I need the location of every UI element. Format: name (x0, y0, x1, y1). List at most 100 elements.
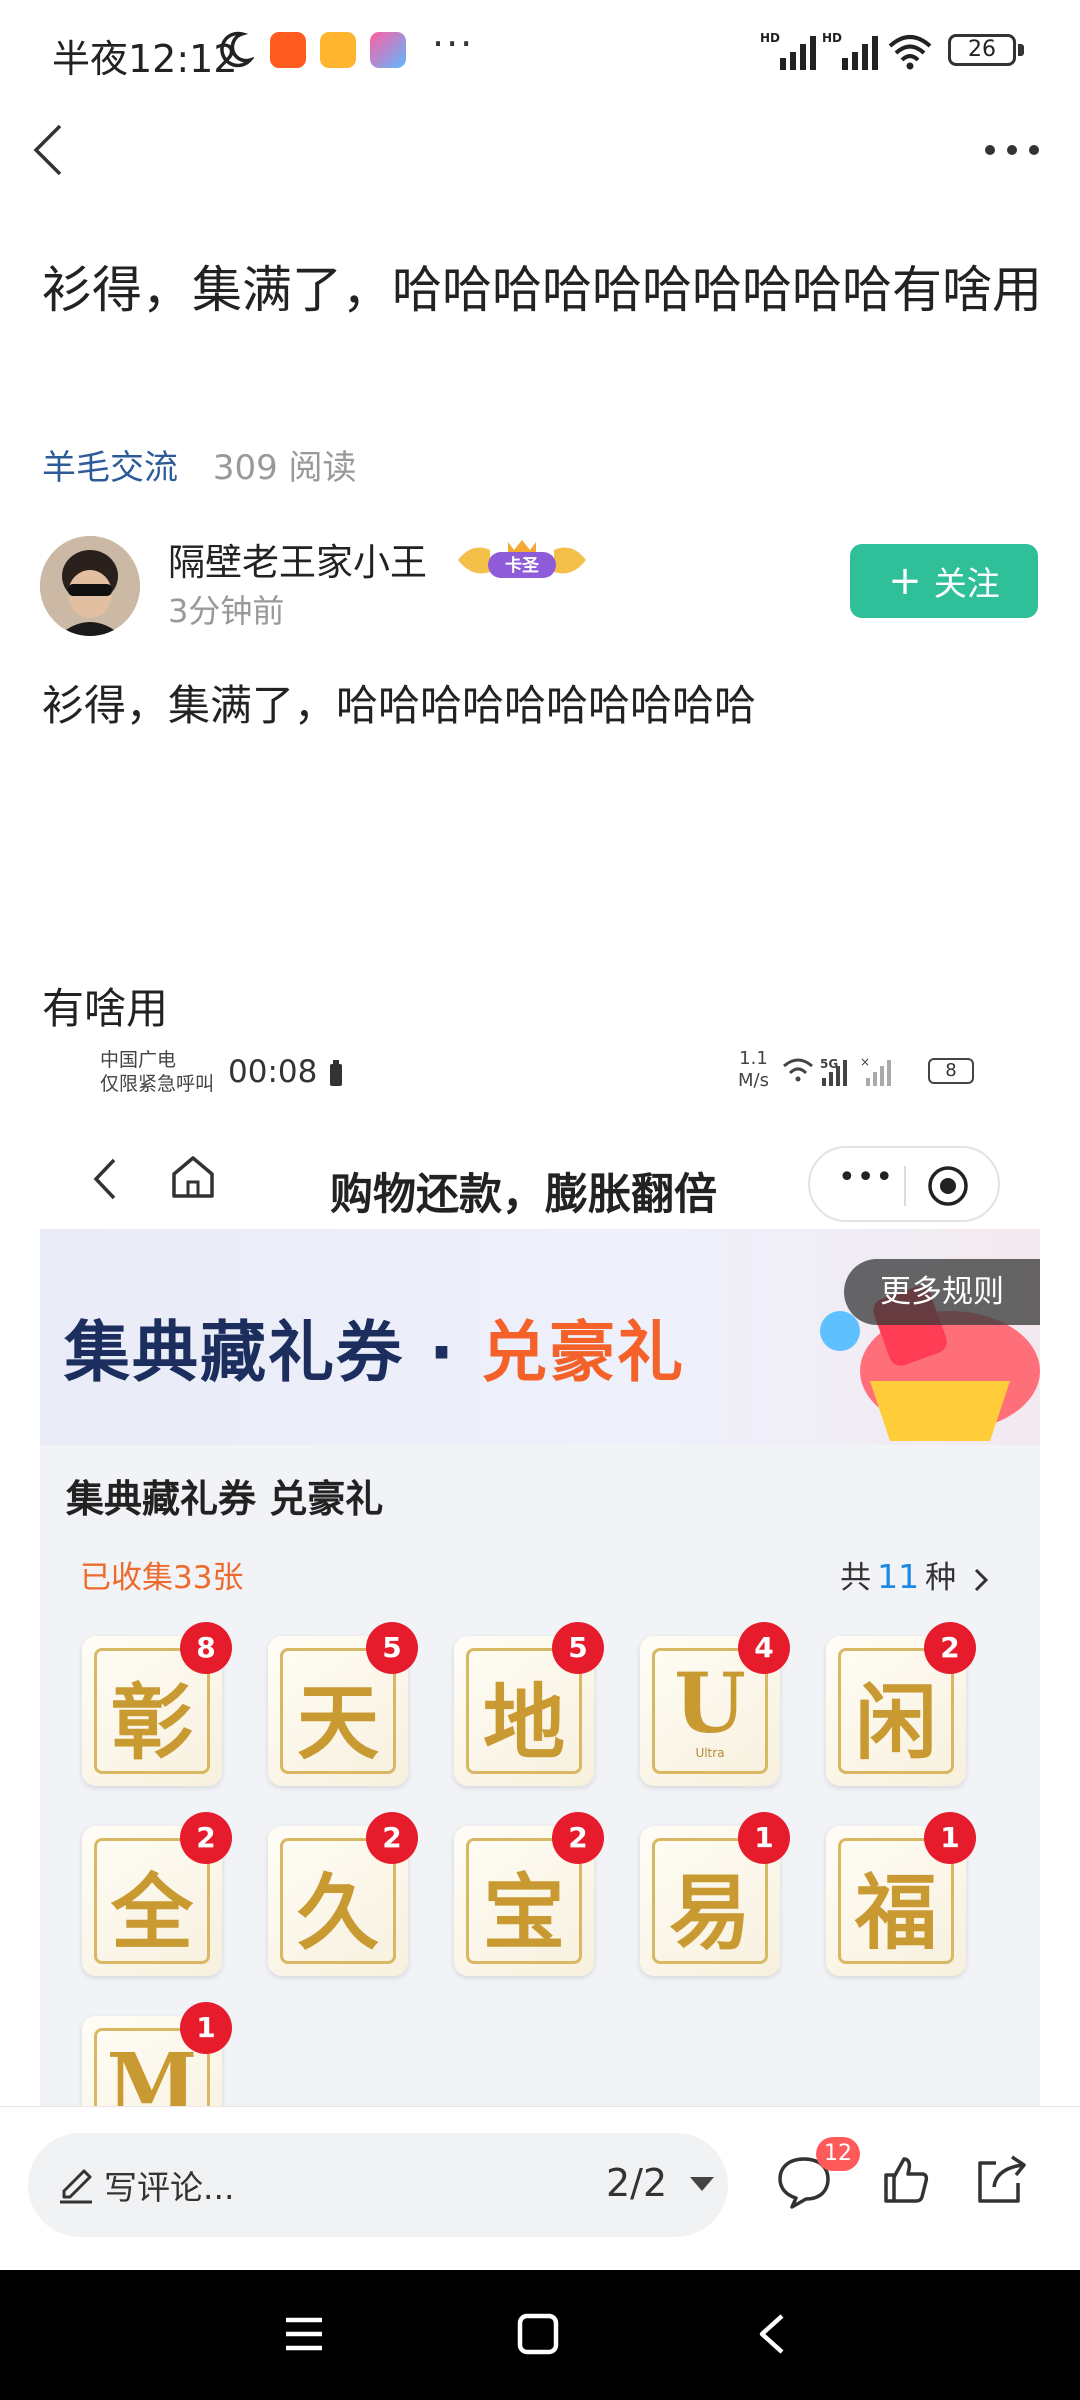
card-count-badge: 2 (552, 1812, 604, 1864)
embedded-home-icon (172, 1156, 214, 1198)
post-body-paragraph-2: 有啥用 (42, 984, 169, 1033)
card-glyph: 久 (296, 1865, 379, 1961)
battery-tip (1018, 44, 1024, 56)
post-title: 衫得，集满了，哈哈哈哈哈哈哈哈哈哈有啥用 (42, 261, 1042, 319)
carrier-line-2: 仅限紧急呼叫 (100, 1073, 215, 1095)
embedded-section-title: 集典藏礼券 兑豪礼 (66, 1477, 384, 1521)
category-link[interactable]: 羊毛交流 (42, 448, 178, 488)
page-indicator[interactable]: 2/2 (606, 2161, 667, 2205)
follow-button[interactable]: + 关注 (850, 544, 1038, 618)
card-count-badge: 1 (924, 1812, 976, 1864)
system-back-icon[interactable] (754, 2310, 790, 2358)
card-count-badge: 2 (366, 1812, 418, 1864)
embedded-speed: 1.1 M/s (738, 1048, 769, 1092)
card-glyph: 彰 (110, 1675, 193, 1771)
collect-card: 彰 8 (82, 1622, 232, 1786)
pencil-icon (60, 2169, 92, 2204)
card-glyph: 宝 (482, 1865, 565, 1961)
home-icon[interactable] (516, 2312, 560, 2356)
card-count-badge: 1 (738, 1812, 790, 1864)
embedded-close-target-icon (928, 1166, 968, 1206)
collect-card: U Ultra 4 (640, 1622, 790, 1786)
thumbs-up-icon[interactable] (880, 2155, 930, 2205)
collect-card: M 1 (82, 2002, 232, 2106)
card-count-badge: 8 (180, 1622, 232, 1674)
speed-value: 1.1 (739, 1048, 768, 1069)
collect-card: 天 5 (268, 1622, 418, 1786)
embedded-more-icon: ••• (838, 1160, 895, 1195)
embedded-carrier: 中国广电 仅限紧急呼叫 (100, 1048, 214, 1096)
card-count-badge: 5 (552, 1622, 604, 1674)
collect-card: 宝 2 (454, 1812, 604, 1976)
card-count-badge: 5 (366, 1622, 418, 1674)
moon-icon (220, 31, 254, 68)
card-glyph: 福 (854, 1865, 937, 1961)
system-nav-bar (0, 2270, 1080, 2400)
comment-count-badge: 12 (816, 2137, 860, 2171)
card-count-badge: 2 (180, 1812, 232, 1864)
recent-apps-icon[interactable] (282, 2314, 326, 2354)
embedded-page-title: 购物还款，膨胀翻倍 (330, 1170, 717, 1220)
more-rules-tag: 更多规则 (844, 1259, 1040, 1325)
collect-card: 全 2 (82, 1812, 232, 1976)
more-options-icon[interactable] (980, 128, 1044, 172)
back-arrow-icon[interactable] (20, 118, 84, 182)
banner-headline-left: 集典藏礼券 · (64, 1314, 482, 1391)
caret-down-icon[interactable] (690, 2177, 714, 2191)
collect-card: 福 1 (826, 1812, 976, 1976)
post-body-paragraph: 衫得，集满了，哈哈哈哈哈哈哈哈哈哈 (42, 681, 757, 730)
promo-banner: 集典藏礼券 · 兑豪礼 更多规则 (40, 1229, 1040, 1445)
collect-card: 久 2 (268, 1812, 418, 1976)
embedded-capsule-menu: ••• (808, 1146, 1000, 1222)
total-suffix: 种 (925, 1560, 957, 1596)
signal-hd-2-icon: HD (822, 31, 878, 70)
card-glyph: 全 (110, 1865, 193, 1961)
embedded-battery-saver-icon (330, 1060, 342, 1086)
battery-indicator: 26 (948, 34, 1016, 66)
avatar-image (40, 536, 140, 636)
comment-bar: 写评论... 2/2 12 (0, 2106, 1080, 2270)
card-glyph: 易 (668, 1865, 751, 1961)
svg-text:×: × (860, 1055, 870, 1069)
post-image[interactable]: 中国广电 仅限紧急呼叫 00:08 1.1 M/s 5G × 8 购物还款，膨胀… (40, 1036, 1040, 2106)
embedded-signal-icon: 5G × (783, 1055, 891, 1086)
embedded-status-bar: 中国广电 仅限紧急呼叫 00:08 1.1 M/s 5G × 8 (40, 1036, 1040, 1116)
game-app-icon (370, 32, 406, 68)
banner-headline-right: 兑豪礼 (481, 1314, 686, 1391)
comment-input[interactable]: 写评论... 2/2 (28, 2133, 728, 2237)
collect-card: 闲 2 (826, 1622, 976, 1786)
card-count-badge: 4 (738, 1622, 790, 1674)
status-time: 半夜12:12 (52, 37, 238, 81)
embedded-back-icon (93, 1158, 116, 1200)
notification-overflow-icon: ··· (432, 22, 475, 66)
total-prefix: 共 (840, 1560, 872, 1596)
total-number: 11 (877, 1557, 920, 1596)
capsule-divider (904, 1166, 906, 1206)
card-subtitle: Ultra (695, 1746, 725, 1760)
read-count: 309 阅读 (212, 448, 357, 488)
card-count-badge: 2 (924, 1622, 976, 1674)
signal-hd-icon: HD (760, 31, 816, 70)
svg-text:HD: HD (822, 31, 842, 45)
share-icon[interactable] (974, 2153, 1030, 2207)
embedded-time: 00:08 (228, 1054, 318, 1090)
author-level-badge: 卡圣 (458, 540, 586, 578)
follow-label: 关注 (933, 564, 1000, 603)
embedded-battery: 8 (928, 1058, 974, 1084)
plus-icon: + (888, 558, 922, 604)
collected-count: 已收集33张 (80, 1560, 244, 1596)
collect-card: 地 5 (454, 1622, 604, 1786)
status-bar: 半夜12:12 ··· HD HD 26 (0, 0, 1080, 100)
top-nav-bar (0, 100, 1080, 200)
banner-headline: 集典藏礼券 · 兑豪礼 (64, 1299, 685, 1395)
svg-text:HD: HD (760, 31, 780, 45)
author-avatar[interactable] (40, 536, 140, 636)
network-type-label: 5G (820, 1057, 838, 1071)
card-glyph: 闲 (854, 1675, 937, 1771)
notes-app-icon (320, 32, 356, 68)
author-name[interactable]: 隔壁老王家小王 (168, 532, 427, 586)
total-types: 共 11 种 (840, 1552, 990, 1597)
chevron-right-icon (974, 1568, 989, 1591)
speed-unit: M/s (738, 1070, 769, 1091)
wifi-icon (888, 35, 932, 70)
